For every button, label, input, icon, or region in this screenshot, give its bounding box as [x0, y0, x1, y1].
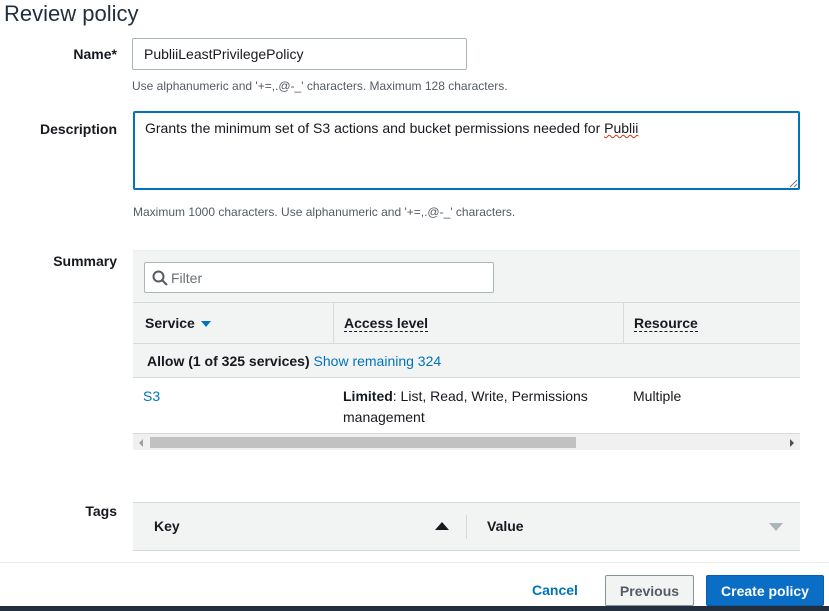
search-icon	[152, 270, 168, 286]
bottom-bar	[0, 606, 829, 611]
sort-desc-icon[interactable]	[769, 523, 783, 531]
filter-placeholder: Filter	[171, 270, 203, 286]
scroll-left-icon[interactable]	[139, 439, 143, 447]
tags-label: Tags	[85, 503, 117, 519]
table-row: S3 Limited: List, Read, Write, Permissio…	[133, 378, 800, 433]
horizontal-scrollbar[interactable]	[133, 433, 800, 450]
description-label: Description	[39, 121, 117, 137]
summary-table: Filter Service Access level Resource All…	[133, 250, 800, 450]
column-resource[interactable]: Resource	[634, 303, 698, 343]
column-key[interactable]: Key	[154, 503, 180, 550]
summary-table-header: Service Access level Resource	[133, 302, 800, 344]
filter-input[interactable]: Filter	[144, 262, 494, 293]
sort-desc-icon	[200, 321, 211, 328]
resize-grip-icon[interactable]	[788, 178, 798, 188]
name-label: Name*	[73, 46, 117, 62]
description-textarea[interactable]	[133, 111, 800, 190]
show-remaining-link[interactable]: Show remaining 324	[314, 353, 442, 369]
filter-bar: Filter	[133, 250, 800, 302]
previous-button[interactable]: Previous	[605, 575, 694, 606]
column-access-level[interactable]: Access level	[344, 303, 429, 343]
cancel-button[interactable]: Cancel	[520, 575, 590, 605]
scrollbar-thumb[interactable]	[150, 437, 576, 448]
service-link-s3[interactable]: S3	[143, 386, 160, 407]
name-hint: Use alphanumeric and '+=,.@-_' character…	[132, 79, 508, 93]
footer-actions: Cancel Previous Create policy	[0, 562, 829, 606]
description-hint: Maximum 1000 characters. Use alphanumeri…	[133, 205, 516, 219]
column-service[interactable]: Service	[145, 303, 211, 343]
column-value[interactable]: Value	[487, 503, 524, 550]
policy-name-input[interactable]	[132, 38, 467, 70]
create-policy-button[interactable]: Create policy	[706, 575, 824, 606]
sort-asc-icon[interactable]	[435, 522, 449, 530]
page-title: Review policy	[4, 1, 139, 26]
access-level-cell: Limited: List, Read, Write, Permissions …	[343, 388, 588, 425]
resource-cell: Multiple	[633, 388, 682, 404]
tags-table-header: Key Value	[133, 502, 800, 551]
allow-group-title: Allow (1 of 325 services)	[147, 353, 310, 369]
summary-label: Summary	[53, 253, 117, 269]
scroll-right-icon[interactable]	[790, 439, 794, 447]
allow-group-row: Allow (1 of 325 services) Show remaining…	[133, 344, 800, 378]
